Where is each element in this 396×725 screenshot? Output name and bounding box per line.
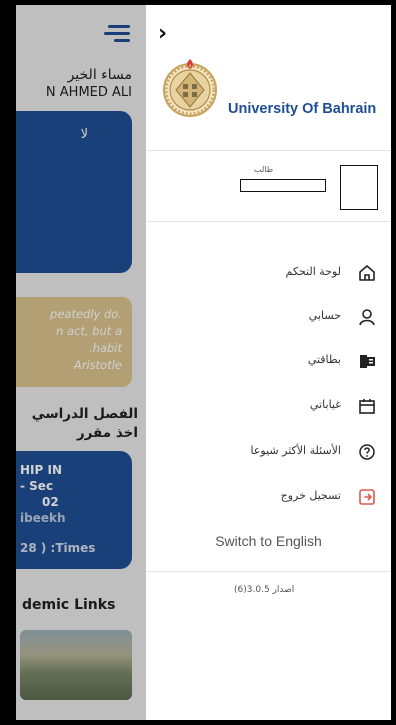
help-icon (359, 444, 375, 460)
menu-item-my-card[interactable]: بطاقتي (146, 347, 391, 377)
user-name-placeholder (240, 179, 326, 192)
app-version: اصدار 3.0.5(6) (234, 585, 295, 595)
menu-item-my-absences[interactable]: غياباتي (146, 392, 391, 422)
menu-item-label: بطاقتي (307, 353, 341, 366)
menu-item-dashboard[interactable]: لوحة التحكم (146, 259, 391, 289)
home-icon (359, 265, 375, 281)
menu-item-label: غياباتي (309, 398, 341, 411)
menu-item-label: الأسئلة الأكثر شيوعا (250, 444, 342, 457)
calendar-icon (359, 399, 375, 414)
user-icon (359, 309, 375, 326)
id-card-icon (360, 355, 375, 368)
navigation-drawer: › University Of Bahrain طالب لوحة التحكم… (146, 5, 391, 720)
divider (146, 221, 391, 222)
menu-item-faq[interactable]: الأسئلة الأكثر شيوعا (146, 438, 391, 468)
university-logo (163, 59, 217, 117)
menu-item-label: تسجيل خروج (280, 489, 341, 502)
screen: مساء الخير N AHMED ALI لا peatedly do. n… (16, 5, 391, 720)
menu-item-logout[interactable]: تسجيل خروج (146, 483, 391, 513)
user-photo-placeholder (340, 165, 378, 210)
divider (146, 571, 391, 572)
menu-item-my-account[interactable]: حسابي (146, 303, 391, 333)
device-frame: مساء الخير N AHMED ALI لا peatedly do. n… (0, 0, 396, 725)
drawer-scrim[interactable] (16, 5, 146, 720)
university-name: University Of Bahrain (228, 101, 377, 117)
divider (146, 150, 391, 151)
menu-item-label: حسابي (308, 309, 341, 322)
background-app[interactable]: مساء الخير N AHMED ALI لا peatedly do. n… (16, 5, 146, 720)
user-role: طالب (254, 165, 274, 174)
switch-language-button[interactable]: Switch to English (146, 533, 391, 549)
menu-item-label: لوحة التحكم (285, 265, 341, 278)
chevron-right-icon[interactable]: › (158, 21, 167, 46)
logout-icon (359, 489, 375, 505)
